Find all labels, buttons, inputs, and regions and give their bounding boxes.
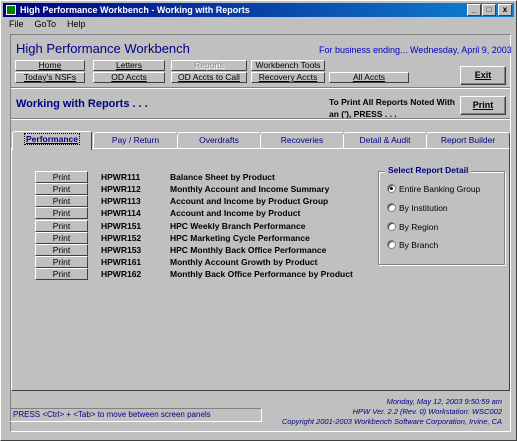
menu-goto[interactable]: GoTo — [29, 17, 62, 31]
radio-by-region[interactable] — [387, 222, 396, 231]
nav-od-accts-to-call-button[interactable]: OD Accts to Call — [171, 72, 247, 83]
report-description: HPC Monthly Back Office Performance — [170, 245, 327, 255]
print-report-button[interactable]: Print — [35, 183, 88, 195]
report-code: HPWR113 — [101, 196, 141, 206]
report-description: Account and Income by Product — [170, 208, 301, 218]
report-code: HPWR114 — [101, 208, 141, 218]
print-report-button[interactable]: Print — [35, 220, 88, 232]
print-report-button[interactable]: Print — [35, 268, 88, 280]
print-report-button[interactable]: Print — [35, 195, 88, 207]
print-report-button[interactable]: Print — [35, 256, 88, 268]
nav-home-button[interactable]: Home — [15, 60, 85, 71]
title-bar[interactable]: High Performance Workbench - Working wit… — [3, 3, 514, 17]
report-code: HPWR162 — [101, 269, 142, 279]
nav-workbench-tools-button[interactable]: Workbench Tools — [251, 60, 325, 71]
tab-pay-return[interactable]: Pay / Return — [93, 132, 178, 149]
print-report-button[interactable]: Print — [35, 244, 88, 256]
tab-label: Performance — [24, 133, 80, 145]
business-date: For business ending... Wednesday, April … — [319, 45, 512, 55]
nav-all-accts-button[interactable]: All Accts — [329, 72, 409, 83]
radio-label[interactable]: By Branch — [399, 240, 438, 250]
status-datetime: Monday, May 12, 2003 9:50:59 am — [386, 397, 502, 406]
minimize-button[interactable]: _ — [467, 4, 481, 16]
report-code: HPWR152 — [101, 233, 142, 243]
menu-help[interactable]: Help — [61, 17, 91, 31]
tab-overdrafts[interactable]: Overdrafts — [177, 132, 261, 149]
print-report-button[interactable]: Print — [35, 171, 88, 183]
print-all-note: To Print All Reports Noted With an ('), … — [329, 97, 455, 119]
close-button[interactable]: x — [498, 4, 512, 16]
report-code: HPWR153 — [101, 245, 142, 255]
app-title: High Performance Workbench — [16, 41, 190, 56]
radio-entire-banking-group[interactable] — [387, 184, 396, 193]
status-version: HPW Ver. 2.2 (Rev. 0) Workstation: WSC00… — [352, 407, 502, 416]
report-detail-title: Select Report Detail — [385, 165, 472, 175]
report-code: HPWR151 — [101, 221, 142, 231]
window-title: High Performance Workbench - Working wit… — [20, 5, 250, 15]
report-code: HPWR111 — [101, 172, 141, 182]
radio-by-branch[interactable] — [387, 240, 396, 249]
report-description: Account and Income by Product Group — [170, 196, 329, 206]
menu-bar: File GoTo Help — [3, 17, 91, 31]
maximize-button[interactable]: □ — [482, 4, 496, 16]
nav-reports-button[interactable]: Reports — [171, 60, 247, 71]
status-copyright: Copyright 2001-2003 Workbench Software C… — [281, 417, 502, 426]
tab-report-builder[interactable]: Report Builder — [426, 132, 510, 149]
radio-label[interactable]: Entire Banking Group — [399, 184, 480, 194]
print-report-button[interactable]: Print — [35, 207, 88, 219]
print-report-button[interactable]: Print — [35, 232, 88, 244]
report-description: Balance Sheet by Product — [170, 172, 275, 182]
report-description: HPC Weekly Branch Performance — [170, 221, 306, 231]
nav-recovery-accts-button[interactable]: Recovery Accts — [251, 72, 325, 83]
radio-by-institution[interactable] — [387, 203, 396, 212]
divider — [11, 87, 510, 89]
menu-file[interactable]: File — [3, 17, 29, 31]
tab-detail-audit[interactable]: Detail & Audit — [343, 132, 427, 149]
report-description: Monthly Account and Income Summary — [170, 184, 330, 194]
report-description: HPC Marketing Cycle Performance — [170, 233, 310, 243]
section-title: Working with Reports . . . — [16, 98, 148, 110]
application-window: High Performance Workbench - Working wit… — [0, 0, 517, 441]
report-code: HPWR112 — [101, 184, 141, 194]
report-code: HPWR161 — [101, 257, 142, 267]
radio-label[interactable]: By Institution — [399, 203, 448, 213]
status-hint: PRESS <Ctrl> + <Tab> to move between scr… — [10, 408, 262, 422]
app-icon — [6, 5, 16, 15]
print-all-button[interactable]: Print — [460, 96, 506, 115]
nav-letters-button[interactable]: Letters — [93, 60, 165, 71]
exit-button[interactable]: Exit — [460, 66, 506, 85]
tab-performance[interactable]: Performance — [12, 131, 92, 150]
report-description: Monthly Account Growth by Product — [170, 257, 318, 267]
tab-recoveries[interactable]: Recoveries — [260, 132, 344, 149]
radio-label[interactable]: By Region — [399, 222, 438, 232]
nav-od-accts-button[interactable]: OD Accts — [93, 72, 165, 83]
nav-todays-nsfs-button[interactable]: Today's NSFs — [15, 72, 85, 83]
report-description: Monthly Back Office Performance by Produ… — [170, 269, 353, 279]
divider — [11, 118, 510, 120]
